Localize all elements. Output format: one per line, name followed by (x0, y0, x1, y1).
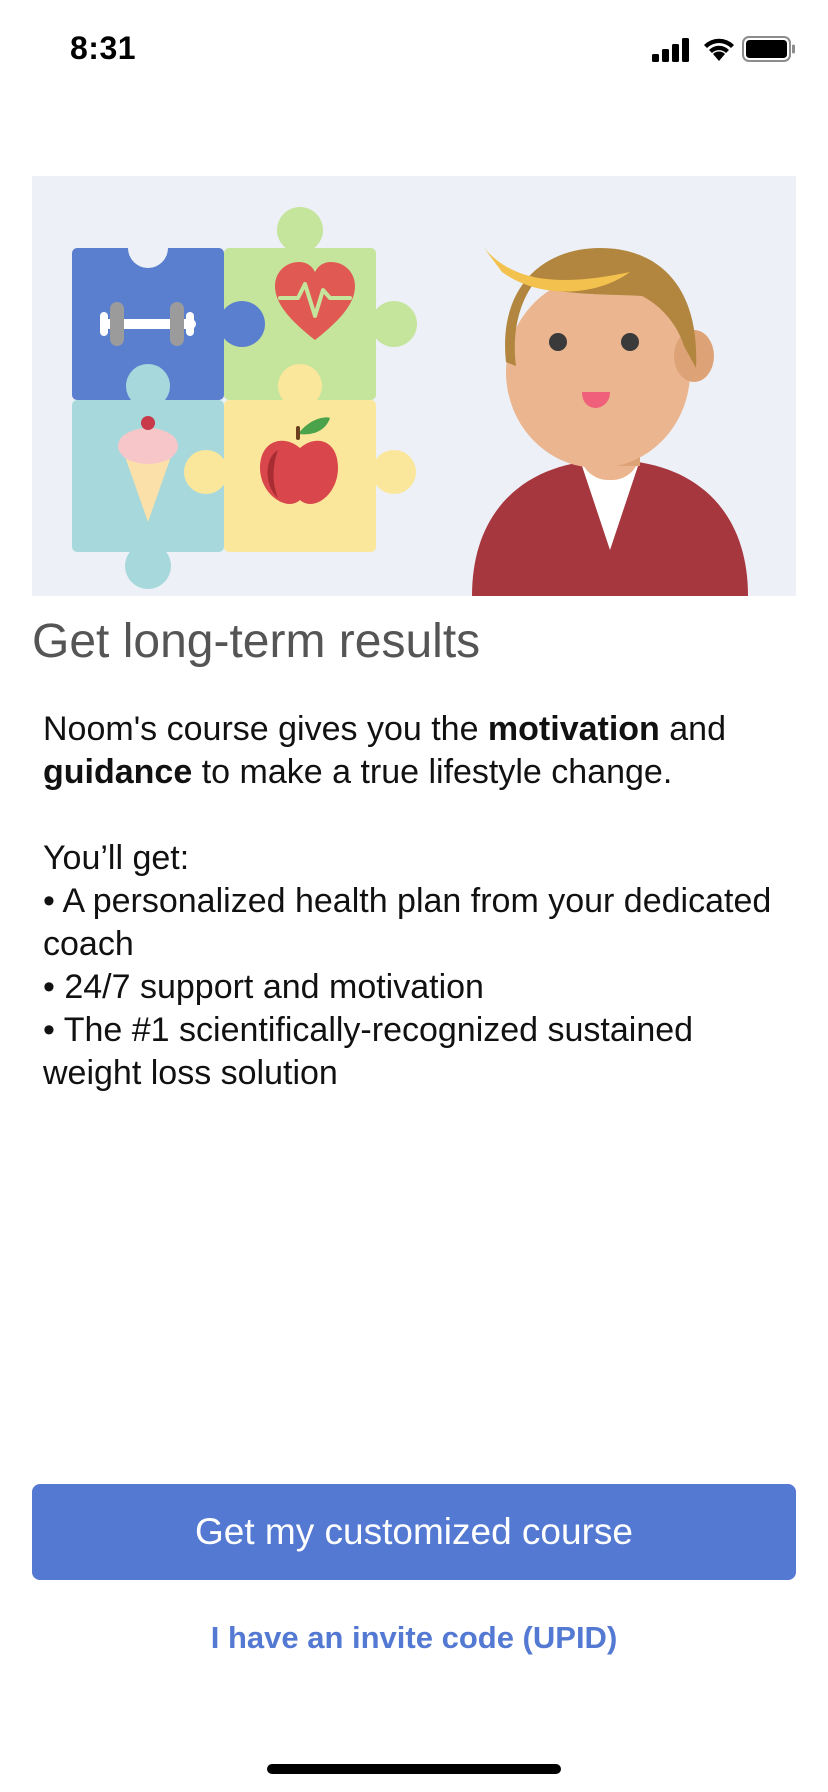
status-bar: 8:31 (0, 0, 828, 100)
invite-code-link[interactable]: I have an invite code (UPID) (0, 1620, 828, 1656)
intro-paragraph: Noom's course gives you the motivation a… (43, 710, 727, 791)
benefit-item: • The #1 scientifically-recognized susta… (43, 1011, 694, 1092)
signal-icon (652, 38, 689, 62)
onboarding-screen: 8:31 Get long-term results Noom's course… (0, 0, 828, 1792)
hero-illustration (32, 176, 796, 596)
home-indicator[interactable] (267, 1764, 561, 1774)
page-title: Get long-term results (32, 615, 481, 668)
benefit-item: • A personalized health plan from your d… (43, 882, 772, 963)
battery-icon (742, 36, 795, 62)
wifi-icon (704, 38, 734, 61)
benefit-item: • 24/7 support and motivation (43, 968, 484, 1006)
coach-avatar (472, 248, 748, 596)
description: Noom's course gives you the motivation a… (43, 708, 793, 1095)
emphasis-motivation: motivation (487, 710, 660, 748)
status-time: 8:31 (70, 30, 137, 66)
get-course-button[interactable]: Get my customized course (32, 1484, 796, 1580)
emphasis-guidance: guidance (43, 753, 193, 791)
puzzle-illustration (72, 207, 417, 589)
benefits-heading: You’ll get: (43, 839, 190, 877)
